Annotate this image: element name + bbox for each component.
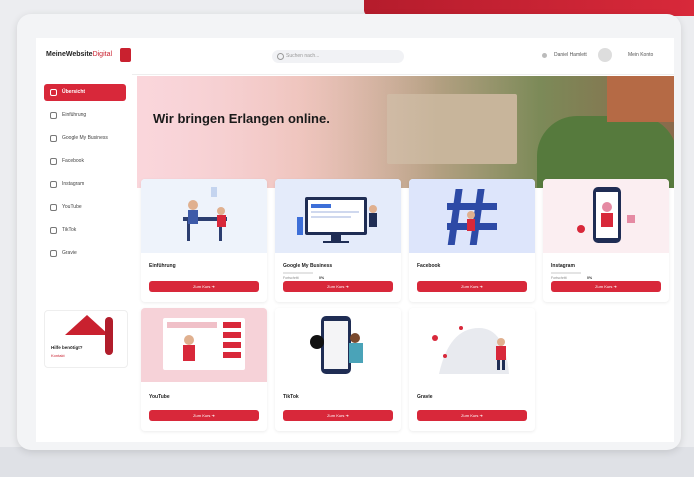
instagram-illustration xyxy=(577,187,635,243)
promo-illustration xyxy=(65,315,109,335)
sidebar: Übersicht Einführung Google My Business … xyxy=(36,74,132,442)
tiktok-illustration xyxy=(310,316,363,374)
progress-label: Fortschritt xyxy=(551,276,567,280)
gravie-illustration xyxy=(432,326,509,374)
progress-bar xyxy=(551,272,581,274)
course-start-button[interactable]: Zum Kurs ➜ xyxy=(283,281,393,292)
sidebar-item-label: Gravie xyxy=(62,250,77,256)
course-start-button[interactable]: Zum Kurs ➜ xyxy=(149,410,259,421)
account-link[interactable]: Mein Konto xyxy=(628,52,653,58)
hero-roof-image xyxy=(607,76,674,122)
course-card-title: Instagram xyxy=(551,263,575,269)
sidebar-item-google-my-business[interactable]: Google My Business xyxy=(44,130,126,147)
search-input[interactable]: Suchen nach... xyxy=(272,50,404,63)
globe-icon xyxy=(50,250,57,257)
progress-value: 0% xyxy=(587,276,593,280)
hero-banner: Wir bringen Erlangen online. xyxy=(137,76,674,188)
sidebar-item-tiktok[interactable]: TikTok xyxy=(44,222,126,239)
course-card-title: Facebook xyxy=(417,263,441,269)
progress-label: Fortschritt xyxy=(283,276,299,280)
course-card-image xyxy=(275,179,401,253)
course-card-image xyxy=(141,179,267,253)
sidebar-item-label: Facebook xyxy=(62,158,84,164)
sidebar-item-label: Einführung xyxy=(62,112,87,118)
course-card-title: TikTok xyxy=(283,394,299,400)
course-card-google-my-business[interactable]: Google My Business Fortschritt 0% Zum Ku… xyxy=(275,179,401,302)
app-screen: MeineWebsiteDigital Suchen nach... Danie… xyxy=(36,38,674,442)
hero-fade xyxy=(137,76,437,188)
course-start-button[interactable]: Zum Kurs ➜ xyxy=(551,281,661,292)
google-my-business-illustration xyxy=(297,197,377,243)
book-icon xyxy=(50,112,57,119)
youtube-illustration xyxy=(163,318,245,370)
sidebar-item-youtube[interactable]: YouTube xyxy=(44,199,126,216)
course-progress: Fortschritt 0% xyxy=(551,272,661,280)
facebook-illustration xyxy=(447,189,497,245)
promo-person-illustration xyxy=(105,317,113,355)
logo-mark-icon xyxy=(120,48,131,62)
notification-icon[interactable] xyxy=(542,53,547,58)
course-card-einfuehrung[interactable]: Einführung Zum Kurs ➜ xyxy=(141,179,267,302)
top-bar: MeineWebsiteDigital Suchen nach... Danie… xyxy=(36,38,674,75)
course-card-facebook[interactable]: Facebook Zum Kurs ➜ xyxy=(409,179,535,302)
sidebar-item-gravie[interactable]: Gravie xyxy=(44,245,126,262)
course-card-title: Google My Business xyxy=(283,263,333,269)
course-card-title: Gravie xyxy=(417,394,433,400)
sidebar-item-label: YouTube xyxy=(62,204,82,210)
course-card-title: Einführung xyxy=(149,263,176,269)
course-progress: Fortschritt 0% xyxy=(283,272,393,280)
sidebar-item-label: TikTok xyxy=(62,227,77,233)
avatar[interactable] xyxy=(598,48,612,62)
sidebar-item-facebook[interactable]: Facebook xyxy=(44,153,126,170)
user-name[interactable]: Daniel Hamlett xyxy=(554,52,587,58)
facebook-icon xyxy=(50,158,57,165)
course-card-instagram[interactable]: Instagram Fortschritt 0% Zum Kurs ➜ xyxy=(543,179,669,302)
einfuehrung-illustration xyxy=(183,187,227,241)
course-start-button[interactable]: Zum Kurs ➜ xyxy=(417,410,527,421)
promo-title: Hilfe benötigt? xyxy=(51,345,83,350)
sidebar-item-instagram[interactable]: Instagram xyxy=(44,176,126,193)
sidebar-item-uebersicht[interactable]: Übersicht xyxy=(44,84,126,101)
course-card-image xyxy=(543,179,669,253)
help-promo-card[interactable]: Hilfe benötigt? Kontakt xyxy=(44,310,128,368)
progress-value: 0% xyxy=(319,276,325,280)
logo[interactable]: MeineWebsiteDigital xyxy=(46,51,112,58)
tiktok-icon xyxy=(50,227,57,234)
search-placeholder: Suchen nach... xyxy=(286,53,320,59)
course-card-tiktok[interactable]: TikTok Zum Kurs ➜ xyxy=(275,308,401,431)
home-icon xyxy=(50,89,57,96)
course-card-image xyxy=(409,179,535,253)
course-start-button[interactable]: Zum Kurs ➜ xyxy=(283,410,393,421)
logo-accent-text: Digital xyxy=(92,51,113,58)
sidebar-item-einfuehrung[interactable]: Einführung xyxy=(44,107,126,124)
youtube-icon xyxy=(50,204,57,211)
logo-text: MeineWebsite xyxy=(46,51,93,58)
sidebar-item-label: Instagram xyxy=(62,181,85,187)
progress-bar xyxy=(283,272,313,274)
instagram-icon xyxy=(50,181,57,188)
sidebar-item-label: Google My Business xyxy=(62,135,108,141)
background-band xyxy=(0,447,694,477)
course-start-button[interactable]: Zum Kurs ➜ xyxy=(417,281,527,292)
hero-trees-image xyxy=(537,116,674,188)
search-icon xyxy=(277,53,284,60)
course-card-youtube[interactable]: YouTube Zum Kurs ➜ xyxy=(141,308,267,431)
sidebar-item-label: Übersicht xyxy=(62,89,86,95)
google-icon xyxy=(50,135,57,142)
course-card-image xyxy=(409,308,535,382)
course-card-title: YouTube xyxy=(149,394,170,400)
course-card-image xyxy=(275,308,401,382)
promo-link[interactable]: Kontakt xyxy=(51,353,65,358)
hero-title: Wir bringen Erlangen online. xyxy=(153,111,330,126)
course-start-button[interactable]: Zum Kurs ➜ xyxy=(149,281,259,292)
course-card-gravie[interactable]: Gravie Zum Kurs ➜ xyxy=(409,308,535,431)
course-card-image xyxy=(141,308,267,382)
